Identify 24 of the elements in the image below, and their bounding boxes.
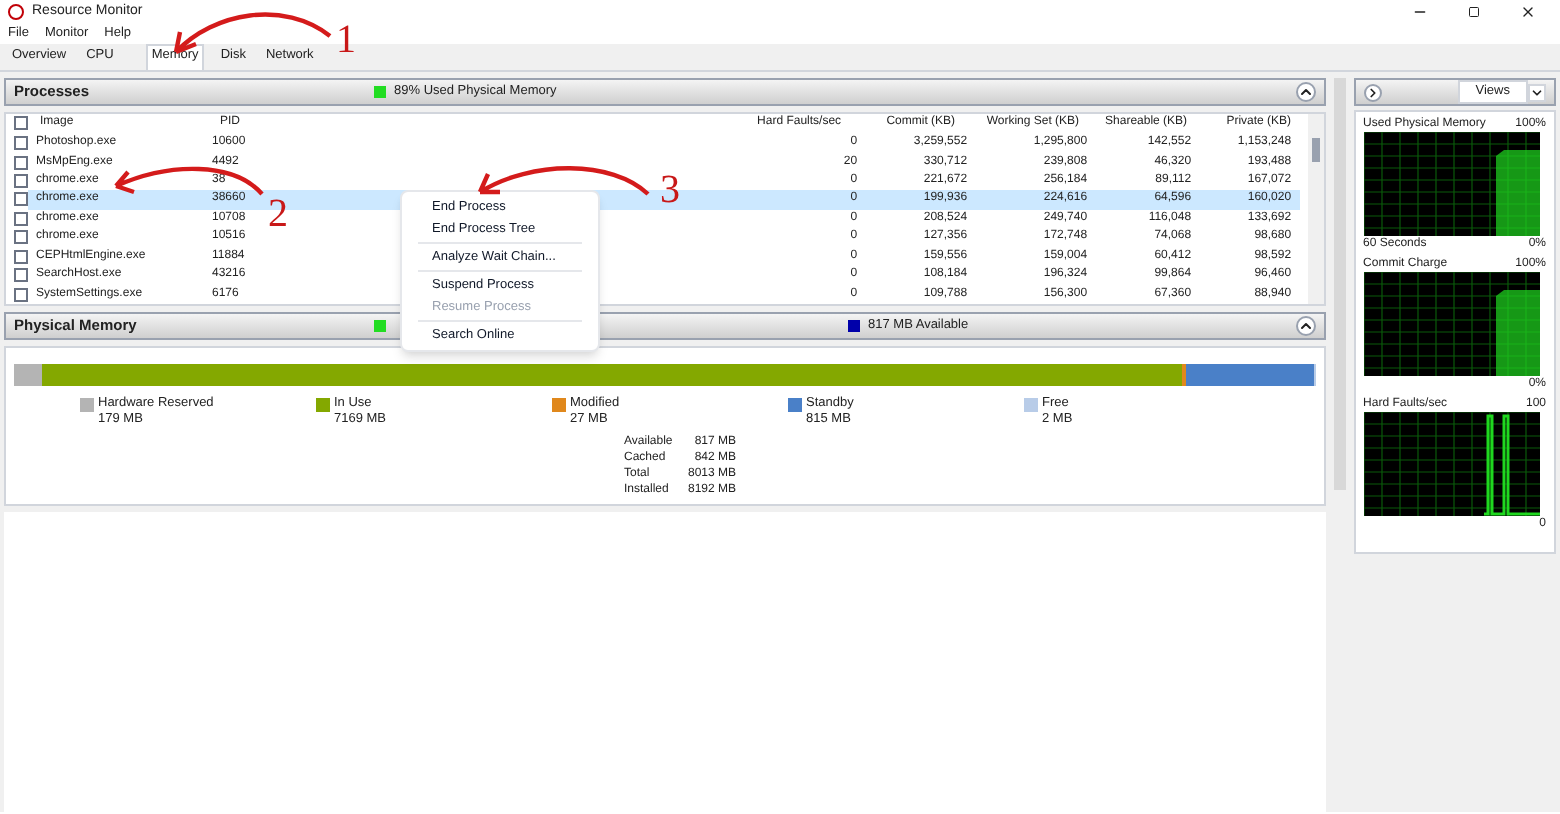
status-square [374, 320, 386, 332]
checkbox[interactable] [14, 136, 28, 151]
status-square [374, 86, 386, 98]
checkbox[interactable] [14, 211, 28, 226]
checkbox[interactable] [14, 230, 28, 245]
checkbox[interactable] [14, 155, 28, 170]
checkbox[interactable] [14, 249, 28, 264]
close-icon[interactable] [1520, 4, 1536, 20]
app-icon [8, 4, 24, 20]
collapse-icon[interactable] [1295, 82, 1316, 102]
status-square [848, 320, 860, 332]
annotation-number: 2 [268, 194, 288, 234]
checkbox[interactable] [14, 268, 28, 283]
expand-icon[interactable] [1363, 83, 1382, 101]
annotation-number: 3 [660, 170, 680, 210]
checkbox[interactable] [14, 287, 28, 302]
annotation-number: 1 [336, 20, 356, 60]
dropdown-icon[interactable] [1528, 83, 1546, 101]
maximize-icon[interactable] [1468, 6, 1480, 18]
collapse-icon[interactable] [1295, 316, 1316, 336]
checkbox[interactable] [14, 192, 28, 207]
checkbox[interactable] [14, 116, 28, 131]
checkbox[interactable] [14, 173, 28, 188]
scrollbar[interactable] [1307, 114, 1324, 304]
